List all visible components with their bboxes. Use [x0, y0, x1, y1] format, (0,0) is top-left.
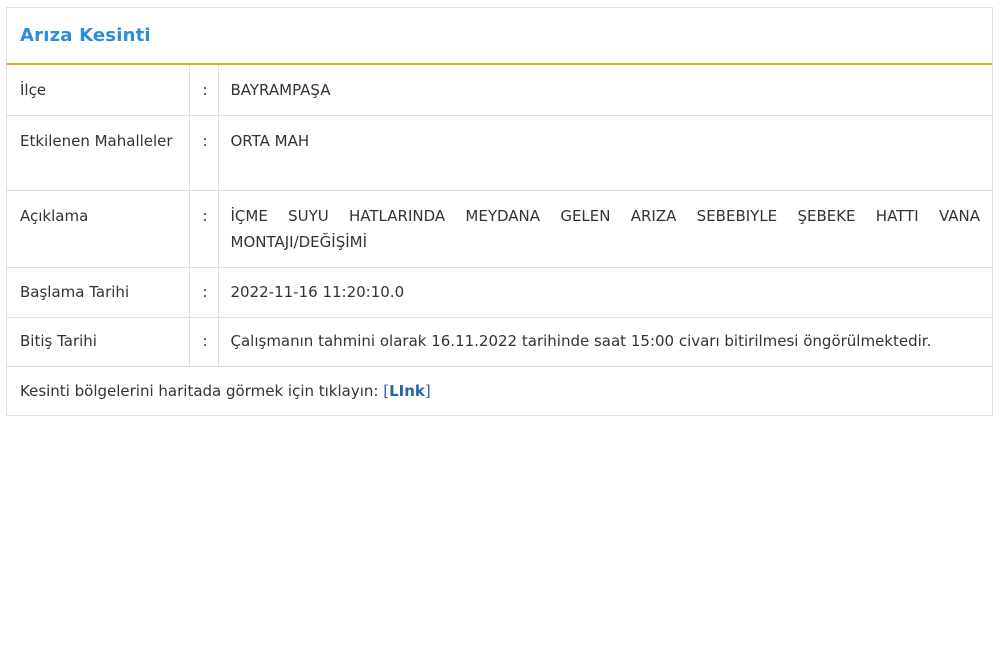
row-separator: :: [189, 317, 219, 367]
row-label-affected-neighborhoods: Etkilenen Mahalleler: [7, 115, 190, 191]
table-row: Etkilenen Mahalleler : ORTA MAH: [7, 115, 992, 191]
row-label-district: İlçe: [7, 65, 190, 116]
row-separator: :: [189, 65, 219, 116]
row-separator: :: [189, 267, 219, 318]
row-label-start-date: Başlama Tarihi: [7, 267, 190, 318]
outage-info-table: İlçe : BAYRAMPAŞA Etkilenen Mahalleler :…: [7, 65, 992, 367]
row-separator: :: [189, 190, 219, 268]
row-value-end-date: Çalışmanın tahmini olarak 16.11.2022 tar…: [218, 317, 992, 367]
panel-header: Arıza Kesinti: [7, 8, 992, 65]
footer-text: Kesinti bölgelerini haritada görmek için…: [20, 382, 384, 400]
table-row: Başlama Tarihi : 2022-11-16 11:20:10.0: [7, 267, 992, 318]
table-row: Açıklama : İÇME SUYU HATLARINDA MEYDANA …: [7, 190, 992, 268]
panel-title: Arıza Kesinti: [20, 25, 151, 46]
row-label-end-date: Bitiş Tarihi: [7, 317, 190, 367]
row-value-affected-neighborhoods: ORTA MAH: [218, 115, 992, 191]
row-value-description: İÇME SUYU HATLARINDA MEYDANA GELEN ARIZA…: [218, 190, 992, 268]
map-link-footer: Kesinti bölgelerini haritada görmek için…: [7, 367, 992, 415]
table-row: İlçe : BAYRAMPAŞA: [7, 65, 992, 116]
link-bracket-close: ]: [424, 382, 431, 400]
outage-panel: Arıza Kesinti İlçe : BAYRAMPAŞA Etkilene…: [6, 7, 993, 416]
row-value-start-date: 2022-11-16 11:20:10.0: [218, 267, 992, 318]
row-value-district: BAYRAMPAŞA: [218, 65, 992, 116]
map-link[interactable]: LInk: [389, 382, 425, 400]
table-row: Bitiş Tarihi : Çalışmanın tahmini olarak…: [7, 317, 992, 367]
row-separator: :: [189, 115, 219, 191]
row-label-description: Açıklama: [7, 190, 190, 268]
